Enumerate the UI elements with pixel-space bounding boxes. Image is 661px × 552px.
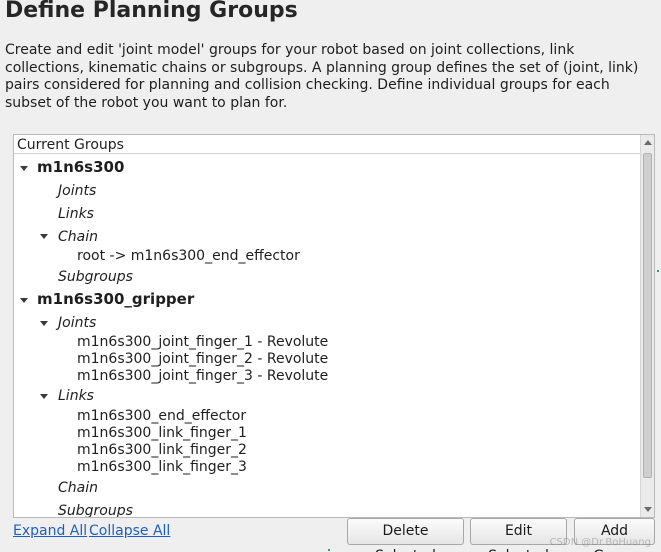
chain-value[interactable]: root -> m1n6s300_end_effector [77,248,300,265]
group-joints-label[interactable]: Joints [58,183,96,200]
vertical-scrollbar[interactable] [640,135,654,517]
scroll-up-icon[interactable] [644,140,652,145]
link-item[interactable]: m1n6s300_link_finger_3 [77,459,247,476]
scrollbar-thumb[interactable] [643,153,652,478]
group-links-label[interactable]: Links [58,388,94,405]
page-title: Define Planning Groups [5,0,298,23]
link-item[interactable]: m1n6s300_link_finger_2 [77,442,247,459]
group-item-m1n6s300-gripper[interactable]: m1n6s300_gripper [37,291,194,308]
watermark: CSDN @Dr.BoHuang [549,537,651,548]
expand-caret-icon[interactable] [40,321,48,326]
joint-item[interactable]: m1n6s300_joint_finger_3 - Revolute [77,368,328,385]
delete-selected-button[interactable]: Delete Selected [347,518,464,552]
tree-column-header[interactable]: Current Groups [14,135,640,154]
link-item[interactable]: m1n6s300_link_finger_1 [77,425,247,442]
group-chain-label[interactable]: Chain [58,229,98,246]
link-item[interactable]: m1n6s300_end_effector [77,408,246,425]
joint-item[interactable]: m1n6s300_joint_finger_1 - Revolute [77,334,328,351]
page-description: Create and edit 'joint model' groups for… [5,42,639,111]
collapse-all-link[interactable]: Collapse All [89,523,170,539]
group-chain-label[interactable]: Chain [58,480,98,497]
expand-all-link[interactable]: Expand All [13,523,87,539]
group-links-label[interactable]: Links [58,206,94,223]
group-item-m1n6s300[interactable]: m1n6s300 [37,159,124,176]
group-subgroups-label[interactable]: Subgroups [58,503,133,517]
expand-caret-icon[interactable] [40,234,48,239]
joint-item[interactable]: m1n6s300_joint_finger_2 - Revolute [77,351,328,368]
edge-marker [328,549,330,551]
expand-caret-icon[interactable] [20,298,28,303]
edge-marker [657,270,659,272]
groups-tree[interactable]: Current Groups m1n6s300 Joints Links Cha… [13,134,655,518]
scroll-down-icon[interactable] [644,507,652,512]
expand-caret-icon[interactable] [40,394,48,399]
group-joints-label[interactable]: Joints [58,315,96,332]
group-subgroups-label[interactable]: Subgroups [58,269,133,286]
expand-caret-icon[interactable] [20,166,28,171]
